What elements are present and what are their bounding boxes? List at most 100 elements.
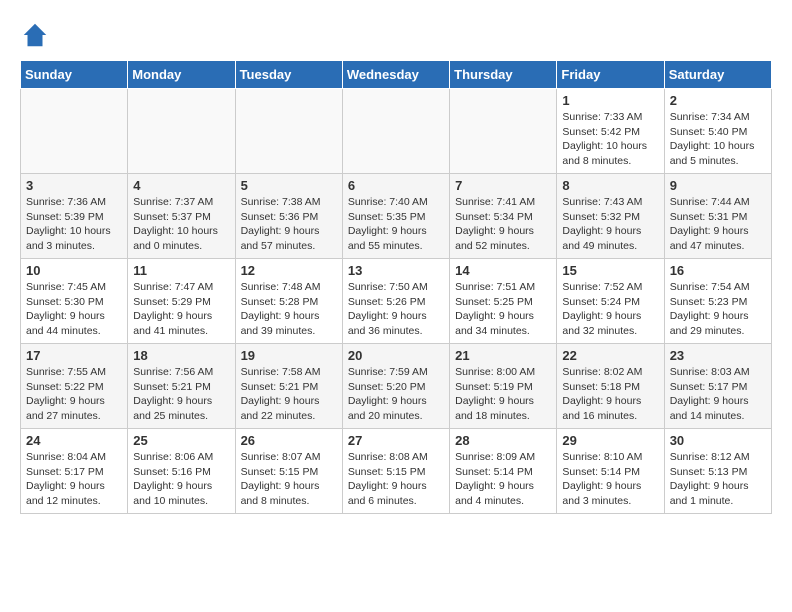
day-number: 30 xyxy=(670,433,766,448)
day-number: 28 xyxy=(455,433,551,448)
calendar-cell: 9 Sunrise: 7:44 AM Sunset: 5:31 PM Daylig… xyxy=(664,174,771,259)
day-number: 19 xyxy=(241,348,337,363)
day-info: Sunrise: 7:44 AM Sunset: 5:31 PM Dayligh… xyxy=(670,195,766,254)
day-info: Sunrise: 7:47 AM Sunset: 5:29 PM Dayligh… xyxy=(133,280,229,339)
calendar-cell: 29 Sunrise: 8:10 AM Sunset: 5:14 PM Dayli… xyxy=(557,429,664,514)
calendar-cell: 14 Sunrise: 7:51 AM Sunset: 5:25 PM Dayli… xyxy=(450,259,557,344)
calendar-cell xyxy=(450,89,557,174)
day-info: Sunrise: 8:06 AM Sunset: 5:16 PM Dayligh… xyxy=(133,450,229,509)
day-info: Sunrise: 7:59 AM Sunset: 5:20 PM Dayligh… xyxy=(348,365,444,424)
day-info: Sunrise: 7:52 AM Sunset: 5:24 PM Dayligh… xyxy=(562,280,658,339)
day-number: 5 xyxy=(241,178,337,193)
day-number: 11 xyxy=(133,263,229,278)
day-info: Sunrise: 7:56 AM Sunset: 5:21 PM Dayligh… xyxy=(133,365,229,424)
day-number: 23 xyxy=(670,348,766,363)
day-number: 3 xyxy=(26,178,122,193)
calendar-cell: 17 Sunrise: 7:55 AM Sunset: 5:22 PM Dayli… xyxy=(21,344,128,429)
day-info: Sunrise: 7:45 AM Sunset: 5:30 PM Dayligh… xyxy=(26,280,122,339)
day-number: 4 xyxy=(133,178,229,193)
day-info: Sunrise: 7:50 AM Sunset: 5:26 PM Dayligh… xyxy=(348,280,444,339)
day-info: Sunrise: 7:48 AM Sunset: 5:28 PM Dayligh… xyxy=(241,280,337,339)
day-info: Sunrise: 8:10 AM Sunset: 5:14 PM Dayligh… xyxy=(562,450,658,509)
calendar-cell: 25 Sunrise: 8:06 AM Sunset: 5:16 PM Dayli… xyxy=(128,429,235,514)
calendar-cell: 20 Sunrise: 7:59 AM Sunset: 5:20 PM Dayli… xyxy=(342,344,449,429)
calendar-cell: 12 Sunrise: 7:48 AM Sunset: 5:28 PM Dayli… xyxy=(235,259,342,344)
day-number: 13 xyxy=(348,263,444,278)
calendar-cell xyxy=(21,89,128,174)
calendar-cell: 8 Sunrise: 7:43 AM Sunset: 5:32 PM Daylig… xyxy=(557,174,664,259)
calendar-cell: 16 Sunrise: 7:54 AM Sunset: 5:23 PM Dayli… xyxy=(664,259,771,344)
day-number: 2 xyxy=(670,93,766,108)
day-info: Sunrise: 7:54 AM Sunset: 5:23 PM Dayligh… xyxy=(670,280,766,339)
day-number: 10 xyxy=(26,263,122,278)
logo-icon xyxy=(20,20,50,50)
day-number: 25 xyxy=(133,433,229,448)
calendar-cell: 4 Sunrise: 7:37 AM Sunset: 5:37 PM Daylig… xyxy=(128,174,235,259)
day-info: Sunrise: 8:00 AM Sunset: 5:19 PM Dayligh… xyxy=(455,365,551,424)
header-monday: Monday xyxy=(128,61,235,89)
calendar-cell: 24Sunrise: 8:04 AM Sunset: 5:17 PM Dayli… xyxy=(21,429,128,514)
calendar-cell: 10 Sunrise: 7:45 AM Sunset: 5:30 PM Dayli… xyxy=(21,259,128,344)
calendar-cell: 5 Sunrise: 7:38 AM Sunset: 5:36 PM Daylig… xyxy=(235,174,342,259)
day-info: Sunrise: 8:02 AM Sunset: 5:18 PM Dayligh… xyxy=(562,365,658,424)
day-number: 7 xyxy=(455,178,551,193)
week-row-3: 17 Sunrise: 7:55 AM Sunset: 5:22 PM Dayli… xyxy=(21,344,772,429)
day-info: Sunrise: 7:43 AM Sunset: 5:32 PM Dayligh… xyxy=(562,195,658,254)
calendar-cell: 30 Sunrise: 8:12 AM Sunset: 5:13 PM Dayli… xyxy=(664,429,771,514)
calendar-cell: 28 Sunrise: 8:09 AM Sunset: 5:14 PM Dayli… xyxy=(450,429,557,514)
day-info: Sunrise: 8:07 AM Sunset: 5:15 PM Dayligh… xyxy=(241,450,337,509)
calendar-cell: 1 Sunrise: 7:33 AM Sunset: 5:42 PM Daylig… xyxy=(557,89,664,174)
calendar-cell xyxy=(342,89,449,174)
day-info: Sunrise: 7:37 AM Sunset: 5:37 PM Dayligh… xyxy=(133,195,229,254)
header-row: SundayMondayTuesdayWednesdayThursdayFrid… xyxy=(21,61,772,89)
day-number: 1 xyxy=(562,93,658,108)
day-number: 22 xyxy=(562,348,658,363)
week-row-2: 10 Sunrise: 7:45 AM Sunset: 5:30 PM Dayli… xyxy=(21,259,772,344)
calendar-cell: 22 Sunrise: 8:02 AM Sunset: 5:18 PM Dayli… xyxy=(557,344,664,429)
day-info: Sunrise: 7:41 AM Sunset: 5:34 PM Dayligh… xyxy=(455,195,551,254)
day-number: 9 xyxy=(670,178,766,193)
day-info: Sunrise: 7:38 AM Sunset: 5:36 PM Dayligh… xyxy=(241,195,337,254)
header-wednesday: Wednesday xyxy=(342,61,449,89)
calendar-cell: 19 Sunrise: 7:58 AM Sunset: 5:21 PM Dayli… xyxy=(235,344,342,429)
logo xyxy=(20,20,54,50)
day-number: 15 xyxy=(562,263,658,278)
day-number: 8 xyxy=(562,178,658,193)
calendar-cell: 13 Sunrise: 7:50 AM Sunset: 5:26 PM Dayli… xyxy=(342,259,449,344)
calendar-header: SundayMondayTuesdayWednesdayThursdayFrid… xyxy=(21,61,772,89)
day-info: Sunrise: 7:36 AM Sunset: 5:39 PM Dayligh… xyxy=(26,195,122,254)
day-number: 29 xyxy=(562,433,658,448)
calendar-cell: 3 Sunrise: 7:36 AM Sunset: 5:39 PM Daylig… xyxy=(21,174,128,259)
day-number: 12 xyxy=(241,263,337,278)
day-info: Sunrise: 8:03 AM Sunset: 5:17 PM Dayligh… xyxy=(670,365,766,424)
calendar-cell: 6Sunrise: 7:40 AM Sunset: 5:35 PM Daylig… xyxy=(342,174,449,259)
calendar-cell: 21Sunrise: 8:00 AM Sunset: 5:19 PM Dayli… xyxy=(450,344,557,429)
day-info: Sunrise: 7:55 AM Sunset: 5:22 PM Dayligh… xyxy=(26,365,122,424)
day-info: Sunrise: 8:09 AM Sunset: 5:14 PM Dayligh… xyxy=(455,450,551,509)
page-header xyxy=(20,20,772,50)
calendar-cell: 27 Sunrise: 8:08 AM Sunset: 5:15 PM Dayli… xyxy=(342,429,449,514)
week-row-0: 1 Sunrise: 7:33 AM Sunset: 5:42 PM Daylig… xyxy=(21,89,772,174)
day-info: Sunrise: 7:58 AM Sunset: 5:21 PM Dayligh… xyxy=(241,365,337,424)
day-info: Sunrise: 7:40 AM Sunset: 5:35 PM Dayligh… xyxy=(348,195,444,254)
header-sunday: Sunday xyxy=(21,61,128,89)
header-tuesday: Tuesday xyxy=(235,61,342,89)
day-number: 26 xyxy=(241,433,337,448)
day-info: Sunrise: 7:51 AM Sunset: 5:25 PM Dayligh… xyxy=(455,280,551,339)
day-number: 17 xyxy=(26,348,122,363)
header-thursday: Thursday xyxy=(450,61,557,89)
day-number: 27 xyxy=(348,433,444,448)
calendar-cell: 7 Sunrise: 7:41 AM Sunset: 5:34 PM Daylig… xyxy=(450,174,557,259)
day-info: Sunrise: 8:08 AM Sunset: 5:15 PM Dayligh… xyxy=(348,450,444,509)
day-info: Sunrise: 7:33 AM Sunset: 5:42 PM Dayligh… xyxy=(562,110,658,169)
calendar-cell: 15 Sunrise: 7:52 AM Sunset: 5:24 PM Dayli… xyxy=(557,259,664,344)
day-number: 16 xyxy=(670,263,766,278)
day-number: 14 xyxy=(455,263,551,278)
calendar-cell: 18Sunrise: 7:56 AM Sunset: 5:21 PM Dayli… xyxy=(128,344,235,429)
day-info: Sunrise: 8:12 AM Sunset: 5:13 PM Dayligh… xyxy=(670,450,766,509)
day-number: 20 xyxy=(348,348,444,363)
header-saturday: Saturday xyxy=(664,61,771,89)
week-row-1: 3 Sunrise: 7:36 AM Sunset: 5:39 PM Daylig… xyxy=(21,174,772,259)
day-number: 24 xyxy=(26,433,122,448)
calendar-body: 1 Sunrise: 7:33 AM Sunset: 5:42 PM Daylig… xyxy=(21,89,772,514)
